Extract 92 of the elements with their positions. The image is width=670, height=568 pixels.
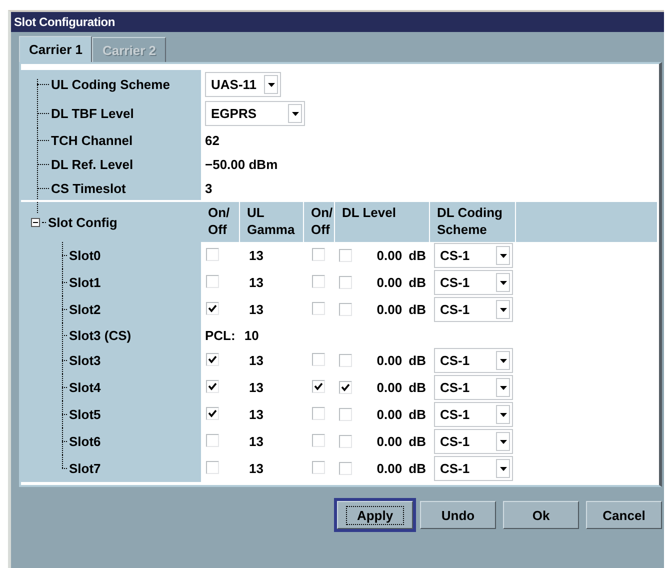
table-cell: 0.00 dB — [376, 248, 426, 263]
dropdown[interactable]: EGPRS — [205, 101, 305, 126]
table-cell: 0.00 dB — [376, 275, 426, 290]
dropdown[interactable]: CS-1 — [434, 270, 513, 295]
dialog-button[interactable]: Undo — [420, 501, 496, 529]
checkbox[interactable] — [206, 274, 219, 288]
dropdown[interactable]: CS-1 — [434, 243, 513, 268]
column-header: DL Level — [335, 202, 429, 242]
window-title: Slot Configuration — [11, 12, 664, 32]
setting-label: CS Timeslot — [51, 180, 126, 196]
table-cell: 0.00 dB — [376, 434, 426, 449]
setting-label: UL Coding Scheme — [51, 77, 170, 92]
checkbox[interactable] — [312, 352, 325, 366]
tree-label: Slot5 — [69, 407, 101, 422]
checkbox[interactable] — [206, 302, 219, 314]
checkbox[interactable] — [339, 276, 352, 289]
table-cell: 13 — [249, 248, 264, 263]
dropdown[interactable]: CS-1 — [434, 456, 513, 481]
checkbox[interactable] — [206, 434, 219, 446]
checkbox[interactable] — [312, 460, 325, 474]
tree-label: Slot2 — [69, 302, 101, 317]
table-cell: 13 — [249, 302, 264, 317]
dropdown[interactable]: CS-1 — [434, 375, 513, 400]
pcl-value: 10 — [244, 328, 259, 342]
checkbox[interactable] — [206, 352, 219, 366]
column-header: On/ Off — [304, 202, 334, 242]
dropdown[interactable]: CS-1 — [434, 297, 513, 322]
caret-icon — [500, 254, 506, 258]
checkbox[interactable] — [206, 380, 219, 392]
setting-value: 62 — [205, 132, 220, 148]
dropdown[interactable]: CS-1 — [434, 348, 513, 373]
table-cell: 13 — [249, 434, 264, 449]
setting-value: 3 — [205, 180, 212, 196]
checkbox[interactable] — [339, 462, 352, 475]
checkbox[interactable] — [312, 380, 325, 392]
column-header: DL Coding Scheme — [430, 202, 515, 242]
pcl-label: PCL: — [205, 328, 236, 342]
caret-icon — [268, 82, 274, 86]
checkbox[interactable] — [206, 248, 219, 260]
checkbox[interactable] — [312, 274, 325, 288]
tree-label: Slot0 — [69, 248, 101, 263]
checkbox[interactable] — [312, 248, 325, 260]
dropdown[interactable]: CS-1 — [434, 402, 513, 427]
caret-icon — [500, 280, 506, 284]
setting-label: TCH Channel — [51, 132, 133, 148]
table-cell: 0.00 dB — [376, 407, 426, 422]
tree-label: Slot6 — [69, 434, 101, 449]
checkbox[interactable] — [339, 435, 352, 448]
table-cell: 13 — [249, 461, 264, 476]
caret-icon — [500, 386, 506, 390]
table-cell: 13 — [249, 380, 264, 395]
checkbox[interactable] — [339, 354, 352, 367]
checkbox[interactable] — [206, 406, 219, 420]
table-cell: 0.00 dB — [376, 302, 426, 317]
dialog-button[interactable]: Apply — [337, 501, 413, 529]
column-header: On/ Off — [201, 202, 239, 242]
tab[interactable]: Carrier 1 — [19, 36, 92, 62]
dropdown[interactable]: CS-1 — [434, 429, 513, 454]
setting-label: DL TBF Level — [51, 106, 134, 121]
checkbox[interactable] — [312, 406, 325, 420]
checkbox[interactable] — [312, 302, 325, 314]
tree-label: Slot3 — [69, 353, 101, 368]
table-cell: 0.00 dB — [376, 461, 426, 476]
table-cell: 13 — [249, 407, 264, 422]
checkbox[interactable] — [339, 408, 352, 421]
setting-value: −50.00 dBm — [205, 156, 278, 172]
caret-icon — [500, 308, 506, 312]
collapse-icon[interactable] — [31, 218, 40, 226]
checkbox[interactable] — [339, 303, 352, 316]
caret-icon — [500, 412, 506, 416]
caret-icon — [500, 466, 506, 470]
table-cell: 0.00 dB — [376, 380, 426, 395]
dialog-button[interactable]: Cancel — [586, 501, 662, 529]
checkbox[interactable] — [312, 434, 325, 446]
tree-label: Slot Config — [48, 214, 118, 230]
caret-icon — [500, 440, 506, 444]
setting-label: DL Ref. Level — [51, 156, 134, 172]
table-cell: 13 — [249, 353, 264, 368]
checkbox[interactable] — [206, 460, 219, 474]
tree-label: Slot7 — [69, 461, 101, 476]
checkbox[interactable] — [339, 249, 352, 262]
checkbox[interactable] — [339, 381, 352, 394]
tree-label: Slot4 — [69, 380, 101, 395]
caret-icon — [500, 358, 506, 362]
tree-label: Slot3 (CS) — [69, 328, 132, 342]
tree-label: Slot1 — [69, 275, 101, 290]
caret-icon — [292, 112, 298, 116]
table-cell: 13 — [249, 275, 264, 290]
dialog-button[interactable]: Ok — [503, 501, 579, 529]
dropdown[interactable]: UAS-11 — [205, 72, 281, 97]
table-cell: 0.00 dB — [376, 353, 426, 368]
column-header: UL Gamma — [240, 202, 303, 242]
